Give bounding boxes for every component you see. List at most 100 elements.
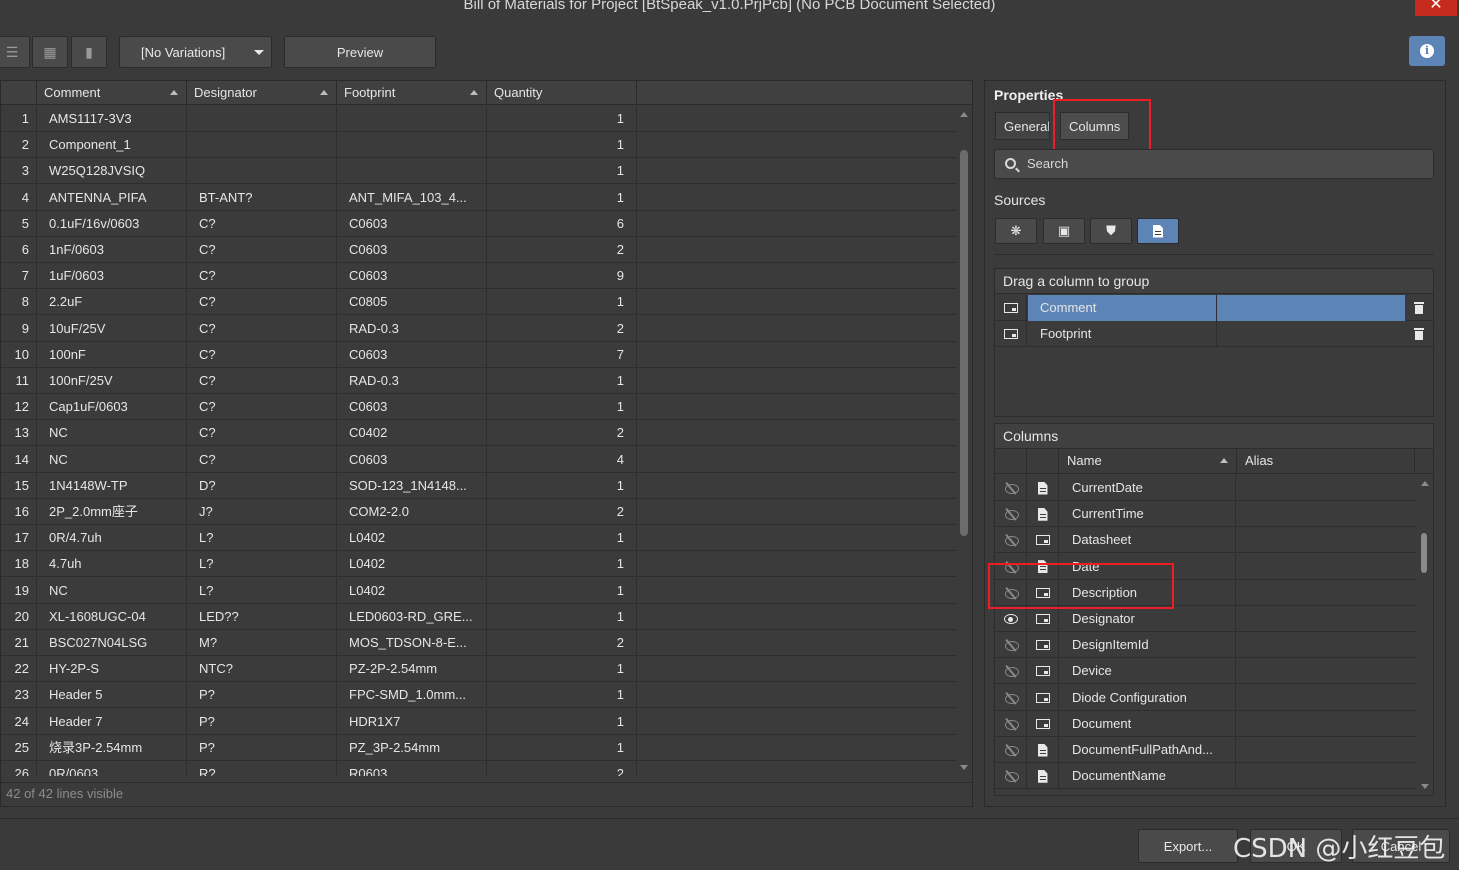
visibility-toggle[interactable] [995,606,1027,632]
table-row[interactable]: 6 1nF/0603 C? C0603 2 [1,237,956,263]
column-name: Datasheet [1059,527,1236,554]
export-button[interactable]: Export... [1138,829,1238,863]
column-header-footprint[interactable]: Footprint [337,81,487,105]
tab-general[interactable]: General [995,112,1050,140]
chevron-down-icon [254,50,264,55]
table-row[interactable]: 14 NC C? C0603 4 [1,446,956,473]
column-header-designator[interactable]: Designator [187,81,337,105]
table-row[interactable]: 26 0R/0603 R? R0603 2 [1,761,956,776]
scroll-thumb[interactable] [1421,533,1427,573]
column-list-item[interactable]: DesignItemId [995,632,1416,659]
column-header-comment[interactable]: Comment [37,81,187,105]
group-by-box: Drag a column to group Comment Footprint [994,268,1434,417]
grid-header: Comment Designator Footprint Quantity [1,81,972,105]
eye-off-icon [1004,745,1019,756]
visibility-toggle[interactable] [995,632,1027,659]
table-row[interactable]: 19 NC L? L0402 1 [1,577,956,604]
consolidated-view-button[interactable]: ▮ [71,36,107,68]
scroll-up-icon[interactable] [1421,481,1429,486]
comment-cell: 100nF [37,341,187,368]
table-row[interactable]: 10 100nF C? C0603 7 [1,341,956,368]
scroll-down-icon[interactable] [960,765,968,770]
visibility-toggle[interactable] [995,553,1027,580]
column-list-item[interactable]: Device [995,658,1416,685]
flat-view-button[interactable]: ☰ [0,36,30,68]
comment-cell: NC [37,577,187,604]
table-row[interactable]: 3 W25Q128JVSIQ 1 [1,158,956,185]
variations-dropdown[interactable]: [No Variations] [119,36,272,68]
delete-group-button[interactable] [1405,295,1433,321]
scroll-thumb[interactable] [960,150,968,536]
close-button[interactable]: ✕ [1415,0,1457,16]
table-row[interactable]: 13 NC C? C0402 2 [1,420,956,447]
visibility-toggle[interactable] [995,684,1027,711]
table-row[interactable]: 8 2.2uF C? C0805 1 [1,289,956,316]
source-component-button[interactable]: ❋ [995,218,1037,244]
source-database-button[interactable]: ⛊ [1090,218,1132,244]
visibility-toggle[interactable] [995,763,1027,790]
column-list-item[interactable]: Date [995,553,1416,580]
column-header-name[interactable]: Name [1059,449,1237,474]
column-header-quantity[interactable]: Quantity [487,81,637,105]
table-row[interactable]: 24 Header 7 P? HDR1X7 1 [1,708,956,735]
table-row[interactable]: 4 ANTENNA_PIFA BT-ANT? ANT_MIFA_103_4... 1 [1,184,956,211]
table-row[interactable]: 7 1uF/0603 C? C0603 9 [1,263,956,290]
scroll-down-icon[interactable] [1421,784,1429,789]
eye-off-icon [1004,693,1019,704]
column-list-item[interactable]: Document [995,710,1416,737]
footprint-cell: LED0603-RD_GRE... [337,603,487,630]
table-row[interactable]: 16 2P_2.0mm座子 J? COM2-2.0 2 [1,499,956,525]
comment-cell: 100nF/25V [37,368,187,394]
column-list-item[interactable]: Description [995,579,1416,606]
comment-cell: ANTENNA_PIFA [37,184,187,211]
quantity-cell: 1 [487,708,637,735]
table-row[interactable]: 18 4.7uh L? L0402 1 [1,551,956,578]
table-row[interactable]: 9 10uF/25V C? RAD-0.3 2 [1,315,956,342]
group-item-comment[interactable]: Comment [995,295,1433,321]
column-list-item[interactable]: Diode Configuration [995,684,1416,711]
info-button[interactable]: i [1409,36,1445,66]
column-list-item[interactable]: Datasheet [995,527,1416,554]
hierarchy-icon: ▦ [43,43,57,60]
visibility-toggle[interactable] [995,658,1027,685]
column-list-item[interactable]: DocumentName [995,763,1416,790]
source-pcb-button[interactable]: ▣ [1043,218,1085,244]
table-row[interactable]: 25 烧录3P-2.54mm P? PZ_3P-2.54mm 1 [1,734,956,761]
visibility-toggle[interactable] [995,475,1027,501]
visibility-toggle[interactable] [995,579,1027,606]
visibility-toggle[interactable] [995,501,1027,528]
table-row[interactable]: 11 100nF/25V C? RAD-0.3 1 [1,368,956,394]
table-row[interactable]: 1 AMS1117-3V3 1 [1,106,956,132]
search-input[interactable]: Search [994,149,1434,179]
grid-scrollbar[interactable] [956,106,972,776]
column-list-item[interactable]: CurrentTime [995,501,1416,528]
tab-columns[interactable]: Columns [1060,112,1130,140]
designator-cell: C? [187,341,337,368]
table-row[interactable]: 20 XL-1608UGC-04 LED?? LED0603-RD_GRE... 1 [1,603,956,630]
column-list-item[interactable]: DocumentFullPathAnd... [995,737,1416,763]
group-item-footprint[interactable]: Footprint [995,321,1433,347]
visibility-toggle[interactable] [995,710,1027,737]
table-row[interactable]: 12 Cap1uF/0603 C? C0603 1 [1,394,956,421]
delete-group-button[interactable] [1405,321,1433,347]
columns-scrollbar[interactable] [1418,475,1432,793]
scroll-up-icon[interactable] [960,112,968,117]
table-row[interactable]: 15 1N4148W-TP D? SOD-123_1N4148... 1 [1,472,956,499]
column-header-alias[interactable]: Alias [1237,449,1415,474]
table-row[interactable]: 22 HY-2P-S NTC? PZ-2P-2.54mm 1 [1,656,956,683]
preview-button[interactable]: Preview [284,36,436,68]
table-row[interactable]: 5 0.1uF/16v/0603 C? C0603 6 [1,210,956,237]
table-row[interactable]: 21 BSC027N04LSG M? MOS_TDSON-8-E... 2 [1,630,956,656]
quantity-cell: 1 [487,368,637,394]
visibility-toggle[interactable] [995,527,1027,554]
table-row[interactable]: 23 Header 5 P? FPC-SMD_1.0mm... 1 [1,682,956,709]
footprint-cell: RAD-0.3 [337,315,487,342]
table-row[interactable]: 17 0R/4.7uh L? L0402 1 [1,525,956,552]
column-name: CurrentDate [1059,475,1236,501]
base-view-button[interactable]: ▦ [32,36,68,68]
column-list-item[interactable]: Designator [995,606,1416,632]
source-document-button[interactable] [1137,218,1179,244]
column-list-item[interactable]: CurrentDate [995,475,1416,501]
visibility-toggle[interactable] [995,737,1027,763]
table-row[interactable]: 2 Component_1 1 [1,132,956,159]
